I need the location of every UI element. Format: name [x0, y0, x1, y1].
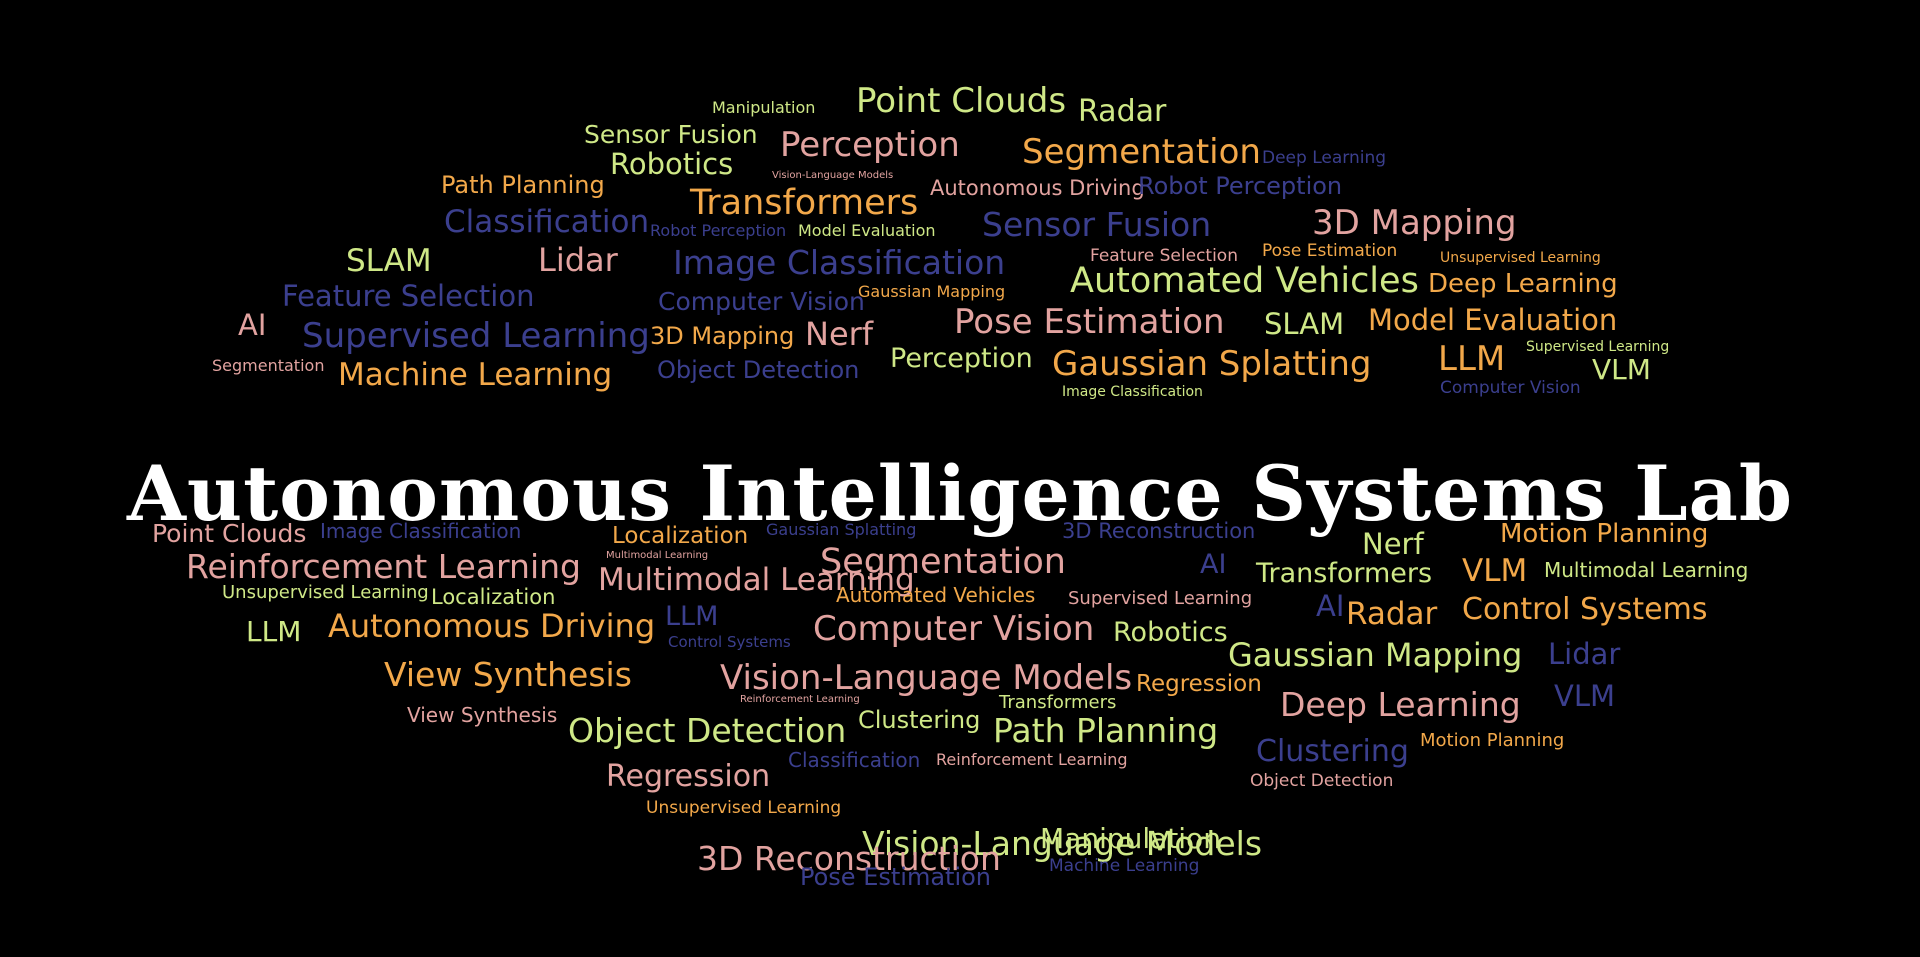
- cloud-word: Manipulation: [1040, 822, 1221, 855]
- cloud-word: Supervised Learning: [1526, 339, 1670, 355]
- cloud-word: Robotics: [610, 147, 734, 181]
- cloud-word: Clustering: [1256, 734, 1409, 769]
- cloud-word: Vision-Language Models: [720, 658, 1133, 698]
- cloud-word: Lidar: [538, 241, 618, 279]
- cloud-word: Reinforcement Learning: [936, 750, 1128, 769]
- cloud-word: Gaussian Splatting: [1052, 344, 1372, 384]
- cloud-word: LLM: [246, 615, 302, 648]
- cloud-word: VLM: [1554, 679, 1616, 713]
- cloud-word: Pose Estimation: [800, 863, 992, 891]
- cloud-word: Supervised Learning: [1068, 588, 1253, 609]
- cloud-word: Autonomous Driving: [930, 176, 1145, 200]
- cloud-word: Path Planning: [441, 171, 605, 199]
- cloud-word: View Synthesis: [407, 703, 558, 727]
- cloud-word: Autonomous Driving: [328, 607, 656, 645]
- cloud-word: Localization: [431, 585, 556, 609]
- cloud-word: Object Detection: [1250, 771, 1394, 791]
- cloud-word: Classification: [444, 204, 650, 240]
- cloud-word: Pose Estimation: [954, 302, 1225, 342]
- banner-title: Autonomous Intelligence Systems Lab: [126, 448, 1794, 538]
- cloud-word: Robot Perception: [1138, 172, 1343, 200]
- cloud-word: Transformers: [999, 692, 1117, 713]
- cloud-word: SLAM: [1264, 307, 1345, 341]
- cloud-word: Machine Learning: [1049, 856, 1200, 876]
- cloud-word: Model Evaluation: [1368, 303, 1618, 337]
- cloud-word: Deep Learning: [1280, 685, 1521, 724]
- cloud-word: AI: [1200, 549, 1227, 580]
- cloud-word: AI: [1316, 589, 1345, 623]
- cloud-word: LLM: [1438, 339, 1506, 379]
- cloud-word: Reinforcement Learning: [186, 547, 581, 586]
- cloud-word: Image Classification: [673, 243, 1006, 282]
- cloud-word: Clustering: [858, 706, 981, 734]
- cloud-word: Automated Vehicles: [836, 583, 1036, 607]
- cloud-word: Segmentation: [1022, 132, 1261, 172]
- cloud-word: Vision-Language Models: [772, 170, 894, 181]
- cloud-word: Perception: [890, 343, 1033, 374]
- cloud-word: Reinforcement Learning: [740, 694, 860, 705]
- cloud-word: Deep Learning: [1262, 148, 1387, 168]
- cloud-word: Machine Learning: [338, 357, 613, 393]
- cloud-word: Robot Perception: [650, 221, 787, 240]
- cloud-word: Sensor Fusion: [982, 205, 1212, 244]
- cloud-word: Model Evaluation: [798, 221, 936, 240]
- cloud-word: Path Planning: [993, 711, 1219, 750]
- cloud-word: View Synthesis: [384, 655, 632, 694]
- cloud-word: Object Detection: [568, 711, 847, 750]
- cloud-word: Computer Vision: [1440, 378, 1581, 398]
- cloud-word: Radar: [1346, 596, 1438, 632]
- cloud-word: Deep Learning: [1428, 269, 1618, 299]
- cloud-word: Classification: [788, 748, 921, 772]
- cloud-word: Image Classification: [1062, 384, 1203, 400]
- cloud-word: SLAM: [346, 243, 432, 279]
- cloud-word: Regression: [1136, 671, 1262, 697]
- cloud-word: Lidar: [1548, 637, 1621, 671]
- cloud-word: Regression: [606, 759, 771, 794]
- cloud-word: Robotics: [1113, 617, 1228, 648]
- cloud-word: Automated Vehicles: [1070, 261, 1419, 301]
- cloud-word: Point Clouds: [856, 81, 1067, 121]
- cloud-word: Nerf: [805, 315, 874, 353]
- cloud-word: Feature Selection: [282, 279, 535, 313]
- cloud-word: Supervised Learning: [302, 316, 650, 356]
- cloud-word: Motion Planning: [1420, 730, 1565, 751]
- cloud-word: Gaussian Mapping: [858, 282, 1006, 301]
- cloud-word: Transformers: [690, 183, 919, 223]
- word-cloud-banner: Manipulation Point Clouds Radar Sensor Fusi…: [0, 0, 1920, 957]
- cloud-word: Transformers: [1256, 558, 1433, 589]
- cloud-word: Multimodal Learning: [606, 550, 709, 561]
- cloud-word: VLM: [1462, 553, 1528, 589]
- cloud-word: Unsupervised Learning: [222, 582, 429, 603]
- cloud-word: Manipulation: [712, 98, 816, 117]
- cloud-word: LLM: [665, 601, 719, 632]
- cloud-word: Segmentation: [212, 356, 325, 375]
- cloud-word: AI: [238, 308, 267, 342]
- cloud-word: Unsupervised Learning: [1440, 250, 1601, 266]
- cloud-word: Control Systems: [668, 633, 791, 651]
- cloud-word: Multimodal Learning: [1544, 558, 1749, 582]
- cloud-word: Pose Estimation: [1262, 241, 1398, 261]
- cloud-word: Object Detection: [657, 356, 860, 384]
- cloud-word: VLM: [1592, 353, 1651, 386]
- cloud-word: Unsupervised Learning: [646, 798, 842, 818]
- cloud-word: Computer Vision: [813, 609, 1095, 649]
- cloud-word: Perception: [780, 125, 960, 165]
- cloud-word: Sensor Fusion: [584, 120, 758, 149]
- cloud-word: Gaussian Mapping: [1228, 636, 1523, 674]
- cloud-word: 3D Mapping: [1312, 203, 1517, 243]
- cloud-word: Computer Vision: [658, 287, 865, 316]
- cloud-word: Radar: [1078, 94, 1167, 129]
- cloud-word: Control Systems: [1462, 592, 1708, 627]
- cloud-word: 3D Mapping: [650, 322, 795, 350]
